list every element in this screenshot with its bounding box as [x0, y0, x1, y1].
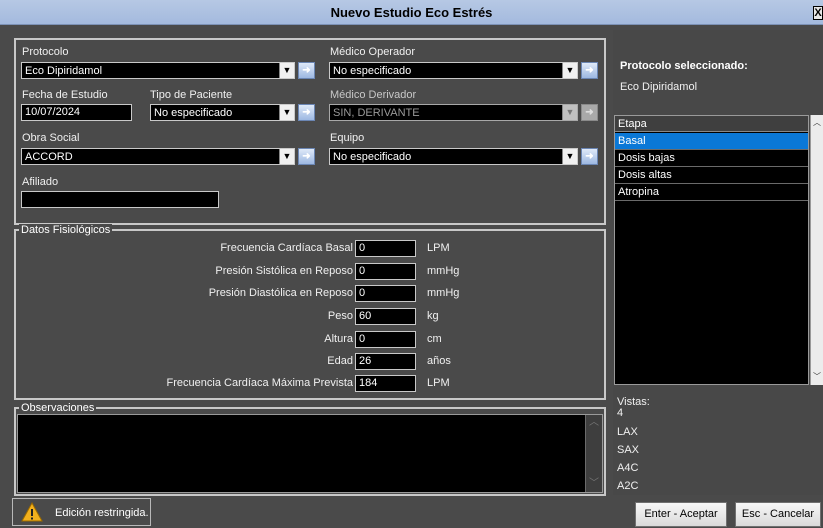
presion-diastolica-unit: mmHg	[427, 287, 460, 299]
chevron-down-icon[interactable]: ▼	[562, 149, 577, 164]
close-button[interactable]: X	[813, 6, 823, 20]
medico-derivador-label: Médico Derivador	[330, 89, 417, 101]
medico-operador-goto-button[interactable]: ➜	[581, 62, 598, 79]
etapa-item-atropina[interactable]: Atropina	[615, 184, 808, 201]
window-title: Nuevo Estudio Eco Estrés	[330, 5, 493, 20]
fecha-estudio-input[interactable]: 10/07/2024	[21, 104, 132, 121]
goto-arrow-icon: ➜	[585, 107, 594, 118]
presion-sistolica-unit: mmHg	[427, 265, 460, 277]
equipo-label: Equipo	[330, 132, 365, 144]
presion-sistolica-input[interactable]: 0	[355, 263, 416, 280]
afiliado-label: Afiliado	[22, 176, 59, 188]
edad-input[interactable]: 26	[355, 353, 416, 370]
vista-item-a2c: A2C	[617, 480, 639, 492]
chevron-down-icon[interactable]: ▼	[562, 63, 577, 78]
peso-unit: kg	[427, 310, 439, 322]
close-icon: X	[814, 7, 822, 19]
altura-input[interactable]: 0	[355, 331, 416, 348]
medico-derivador-goto-button: ➜	[581, 104, 598, 121]
protocolo-seleccionado-title: Protocolo seleccionado:	[620, 60, 748, 72]
etapa-scrollbar[interactable]: ︿ ﹀	[810, 115, 823, 385]
chevron-down-icon[interactable]: ▼	[279, 149, 294, 164]
goto-arrow-icon: ➜	[302, 107, 311, 118]
scroll-down-icon[interactable]: ﹀	[586, 476, 602, 492]
medico-operador-label: Médico Operador	[330, 46, 415, 58]
altura-label: Altura	[324, 333, 353, 345]
medico-derivador-select: SIN, DERIVANTE ▼	[329, 104, 578, 121]
window-titlebar: Nuevo Estudio Eco Estrés X	[0, 0, 823, 25]
peso-input[interactable]: 60	[355, 308, 416, 325]
vistas-count: 4	[617, 407, 624, 419]
obra-social-label: Obra Social	[22, 132, 80, 144]
observaciones-textarea[interactable]: ︿ ﹀	[17, 414, 603, 493]
goto-arrow-icon: ➜	[585, 151, 594, 162]
equipo-select[interactable]: No especificado ▼	[329, 148, 578, 165]
medico-operador-select[interactable]: No especificado ▼	[329, 62, 578, 79]
chevron-down-icon[interactable]: ▼	[279, 63, 294, 78]
vista-item-sax: SAX	[617, 444, 640, 456]
warning-icon	[21, 502, 43, 522]
protocolo-value: Eco Dipiridamol	[25, 65, 103, 77]
edad-label: Edad	[327, 355, 353, 367]
presion-sistolica-label: Presión Sistólica en Reposo	[215, 265, 353, 277]
status-text: Edición restringida.	[55, 507, 149, 519]
fecha-estudio-label: Fecha de Estudio	[22, 89, 108, 101]
observaciones-scrollbar[interactable]: ︿ ﹀	[585, 415, 602, 492]
fc-basal-unit: LPM	[427, 242, 450, 254]
afiliado-input[interactable]	[21, 191, 219, 208]
medico-derivador-value: SIN, DERIVANTE	[333, 107, 420, 119]
tipo-paciente-select[interactable]: No especificado ▼	[150, 104, 295, 121]
vista-item-lax: LAX	[617, 426, 638, 438]
goto-arrow-icon: ➜	[302, 65, 311, 76]
obra-social-select[interactable]: ACCORD ▼	[21, 148, 295, 165]
protocolo-select[interactable]: Eco Dipiridamol ▼	[21, 62, 295, 79]
etapa-item-dosis-altas[interactable]: Dosis altas	[615, 167, 808, 184]
presion-diastolica-input[interactable]: 0	[355, 285, 416, 302]
status-bar: Edición restringida.	[12, 498, 151, 526]
chevron-down-icon: ▼	[562, 105, 577, 120]
fc-basal-label: Frecuencia Cardíaca Basal	[220, 242, 353, 254]
observaciones-title: Observaciones	[19, 402, 97, 414]
scroll-up-icon[interactable]: ︿	[811, 117, 823, 129]
peso-label: Peso	[327, 310, 353, 322]
protocolo-seleccionado-value: Eco Dipiridamol	[620, 81, 698, 93]
etapa-column-header[interactable]: Etapa	[615, 116, 808, 132]
cancel-button[interactable]: Esc - Cancelar	[735, 502, 821, 527]
etapa-item-dosis-bajas[interactable]: Dosis bajas	[615, 150, 808, 167]
fc-maxima-input[interactable]: 184	[355, 375, 416, 392]
etapa-list: Etapa Basal Dosis bajas Dosis altas Atro…	[614, 115, 809, 385]
tipo-paciente-label: Tipo de Paciente	[150, 89, 233, 101]
equipo-value: No especificado	[333, 151, 412, 163]
medico-operador-value: No especificado	[333, 65, 412, 77]
altura-unit: cm	[427, 333, 442, 345]
tipo-paciente-value: No especificado	[154, 107, 233, 119]
scroll-down-icon[interactable]: ﹀	[811, 371, 823, 383]
scroll-up-icon[interactable]: ︿	[586, 415, 602, 431]
goto-arrow-icon: ➜	[302, 151, 311, 162]
obra-social-goto-button[interactable]: ➜	[298, 148, 315, 165]
datos-fisiologicos-title: Datos Fisiológicos	[19, 224, 113, 236]
tipo-paciente-goto-button[interactable]: ➜	[298, 104, 315, 121]
protocolo-goto-button[interactable]: ➜	[298, 62, 315, 79]
chevron-down-icon[interactable]: ▼	[279, 105, 294, 120]
etapa-item-basal[interactable]: Basal	[615, 133, 808, 150]
presion-diastolica-label: Presión Diastólica en Reposo	[208, 287, 353, 299]
fc-maxima-unit: LPM	[427, 377, 450, 389]
obra-social-value: ACCORD	[25, 151, 73, 163]
goto-arrow-icon: ➜	[585, 65, 594, 76]
accept-button[interactable]: Enter - Aceptar	[635, 502, 727, 527]
fc-basal-input[interactable]: 0	[355, 240, 416, 257]
equipo-goto-button[interactable]: ➜	[581, 148, 598, 165]
protocolo-label: Protocolo	[22, 46, 69, 58]
edad-unit: años	[427, 355, 451, 367]
vista-item-a4c: A4C	[617, 462, 639, 474]
fc-maxima-label: Frecuencia Cardíaca Máxima Prevista	[166, 377, 353, 389]
